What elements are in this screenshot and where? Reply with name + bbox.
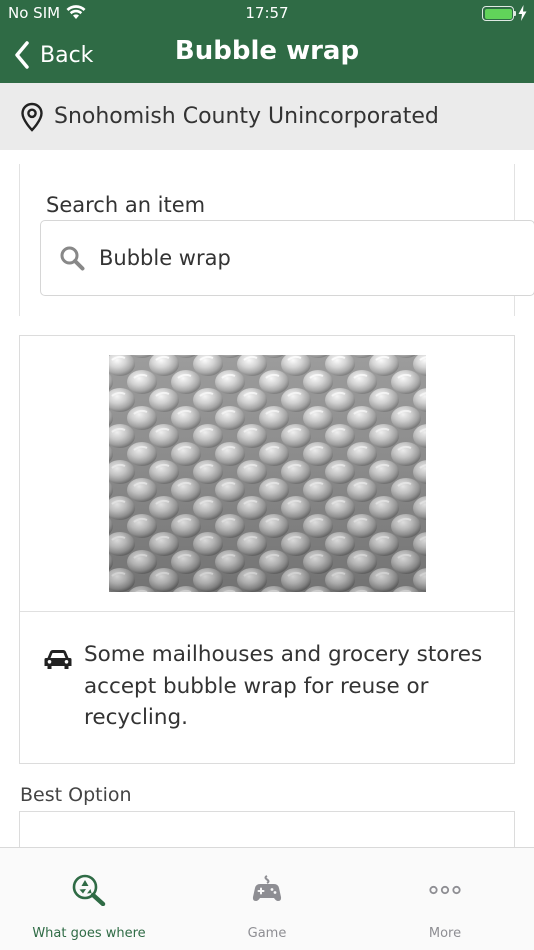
search-value: Bubble wrap (99, 246, 231, 270)
game-controller-icon (252, 875, 282, 901)
tab-label-more: More (428, 926, 462, 941)
tab-label-game: Game (247, 926, 287, 941)
tab-more[interactable]: More (356, 848, 534, 950)
car-icon (44, 650, 72, 669)
location-bar[interactable]: Snohomish County Unincorporated (0, 83, 534, 150)
search-input[interactable]: Bubble wrap (40, 220, 534, 296)
search-heading: Search an item (46, 193, 206, 217)
bubble-wrap-photo (109, 355, 426, 592)
chevron-left-icon (15, 41, 29, 69)
item-note: Some mailhouses and grocery stores accep… (44, 639, 494, 734)
location-pin-icon (21, 102, 43, 132)
navigation-bar: Back Bubble wrap (0, 28, 534, 83)
tab-game[interactable]: Game (178, 848, 356, 950)
best-option-heading: Best Option (20, 784, 132, 806)
more-dots-icon (429, 885, 461, 895)
battery-icon (482, 6, 514, 21)
charging-bolt-icon (518, 5, 527, 21)
card-divider (20, 611, 514, 612)
battery-tip (514, 11, 516, 16)
tab-label-what-goes-where: What goes where (32, 926, 146, 941)
clock: 17:57 (245, 4, 289, 22)
back-label: Back (40, 42, 94, 68)
app-header: No SIM 17:57 Back Bubble wrap (0, 0, 534, 83)
item-note-text: Some mailhouses and grocery stores accep… (84, 642, 483, 730)
search-icon (60, 246, 85, 271)
status-bar: No SIM 17:57 (0, 0, 534, 28)
tab-what-goes-where[interactable]: What goes where (0, 848, 178, 950)
recycle-search-icon (72, 874, 106, 906)
search-section: Search an item Bubble wrap (19, 164, 534, 316)
location-label: Snohomish County Unincorporated (54, 104, 439, 129)
back-button[interactable]: Back (14, 38, 93, 72)
tab-bar: What goes where Game More (0, 847, 534, 950)
item-card: Some mailhouses and grocery stores accep… (19, 335, 515, 764)
